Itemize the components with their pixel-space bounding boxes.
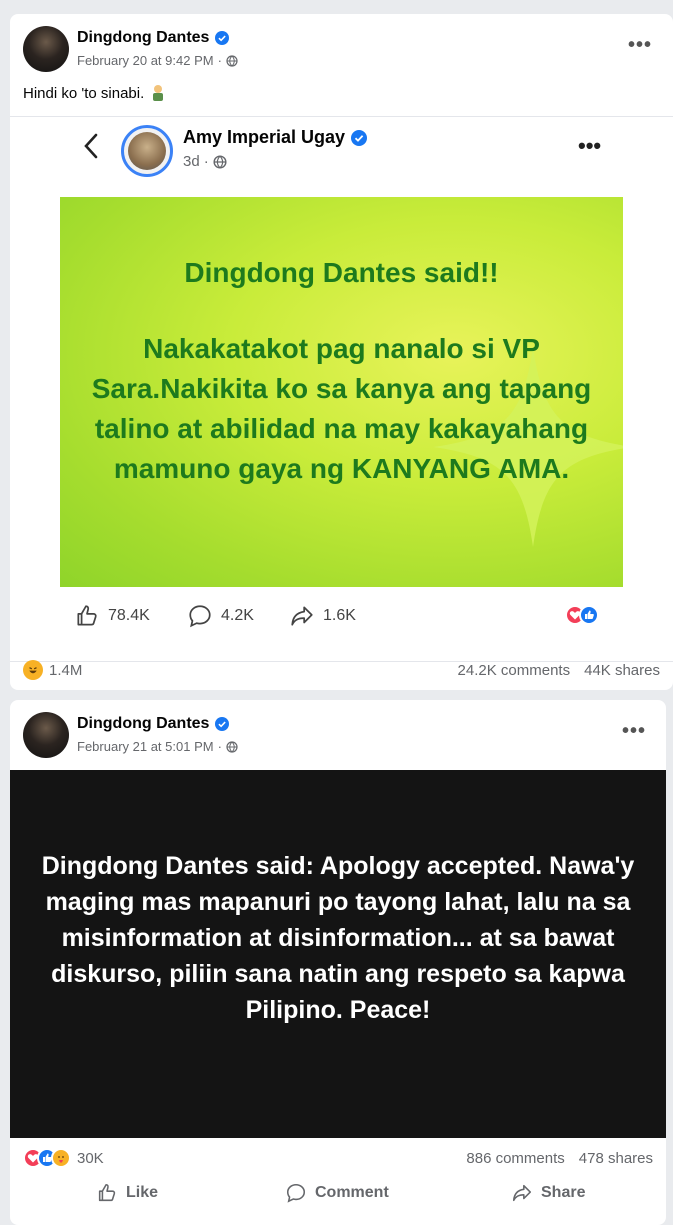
meta-separator: · — [217, 53, 222, 68]
quote-title: Dingdong Dantes said!! — [184, 257, 499, 288]
shares-count[interactable]: 44K shares — [584, 662, 660, 679]
globe-icon — [226, 54, 238, 67]
back-arrow-icon[interactable] — [80, 131, 104, 161]
share-label: Share — [541, 1184, 586, 1201]
engagement-counts: 886 comments 478 shares — [466, 1150, 653, 1167]
action-bar: Like Comment Share — [10, 1178, 666, 1218]
post-author[interactable]: Dingdong Dantes — [77, 29, 230, 47]
comment-stat[interactable]: 4.2K — [187, 603, 254, 629]
quote-image[interactable]: Dingdong Dantes said!! Nakakatakot pag n… — [60, 197, 623, 587]
like-button[interactable]: Like — [96, 1182, 158, 1204]
post-caption: Hindi ko 'to sinabi. — [23, 84, 166, 102]
author-name[interactable]: Dingdong Dantes — [77, 715, 209, 733]
thumbs-up-icon — [98, 1183, 116, 1202]
person-shrugging-emoji-icon — [153, 85, 164, 101]
post-author[interactable]: Dingdong Dantes — [77, 715, 230, 733]
haha-reaction-icon — [23, 660, 43, 680]
share-count: 1.6K — [323, 607, 356, 624]
meta-separator: · — [217, 739, 222, 754]
shared-meta: 3d · — [183, 153, 227, 170]
comments-count[interactable]: 886 comments — [466, 1150, 564, 1167]
author-name[interactable]: Dingdong Dantes — [77, 29, 209, 47]
reaction-summary[interactable]: 1.4M — [23, 660, 82, 680]
care-reaction-icon — [51, 1148, 71, 1168]
shared-stats-bar: 78.4K 4.2K 1.6K — [10, 603, 673, 633]
comment-button[interactable]: Comment — [285, 1182, 389, 1204]
comment-bubble-icon — [286, 1183, 306, 1203]
more-options-icon[interactable]: ••• — [622, 720, 646, 743]
reaction-icons[interactable] — [565, 605, 599, 625]
share-arrow-icon — [512, 1184, 532, 1202]
comments-count[interactable]: 24.2K comments — [458, 662, 571, 679]
comment-bubble-icon — [189, 605, 211, 628]
post-meta: February 20 at 9:42 PM · — [77, 53, 238, 68]
statement-text: Dingdong Dantes said: Apology accepted. … — [41, 852, 635, 1024]
verified-badge-icon — [351, 129, 368, 146]
comment-count: 4.2K — [221, 607, 254, 624]
more-options-icon[interactable]: ••• — [628, 34, 652, 57]
post-footer: 1.4M 24.2K comments 44K shares — [10, 654, 673, 690]
like-count: 78.4K — [108, 607, 150, 624]
post-card: Dingdong Dantes February 20 at 9:42 PM ·… — [10, 14, 673, 690]
like-reaction-icon — [579, 605, 599, 625]
shared-screenshot: Amy Imperial Ugay 3d · ••• Dingdong Dant… — [10, 116, 673, 662]
verified-badge-icon — [215, 717, 230, 731]
post-card: Dingdong Dantes February 21 at 5:01 PM ·… — [10, 700, 666, 1225]
more-options-icon[interactable]: ••• — [578, 133, 601, 159]
post-meta: February 21 at 5:01 PM · — [77, 739, 238, 754]
shared-separator: · — [203, 153, 209, 170]
caption-text: Hindi ko 'to sinabi. — [23, 84, 145, 102]
engagement-counts: 24.2K comments 44K shares — [458, 662, 660, 679]
reaction-count: 1.4M — [49, 661, 83, 679]
like-label: Like — [126, 1184, 159, 1201]
share-stat[interactable]: 1.6K — [289, 603, 356, 629]
avatar[interactable] — [23, 26, 69, 72]
globe-icon — [213, 154, 227, 169]
verified-badge-icon — [215, 31, 230, 45]
thumbs-up-icon — [77, 605, 97, 626]
quote-body: Nakakatakot pag nanalo si VP Sara.Nakiki… — [91, 333, 592, 484]
globe-icon — [226, 740, 238, 753]
shares-count[interactable]: 478 shares — [579, 1150, 653, 1167]
post-footer: 30K 886 comments 478 shares — [10, 1146, 666, 1174]
avatar[interactable] — [23, 712, 69, 758]
statement-image[interactable]: Dingdong Dantes said: Apology accepted. … — [10, 770, 666, 1138]
reaction-summary[interactable]: 30K — [23, 1148, 104, 1168]
shared-author-name[interactable]: Amy Imperial Ugay — [183, 127, 345, 148]
timestamp[interactable]: February 21 at 5:01 PM — [77, 739, 214, 754]
comment-label: Comment — [315, 1184, 389, 1201]
shared-time: 3d — [183, 153, 200, 170]
shared-avatar[interactable] — [121, 125, 173, 177]
shared-author[interactable]: Amy Imperial Ugay — [183, 127, 368, 148]
timestamp[interactable]: February 20 at 9:42 PM — [77, 53, 214, 68]
share-arrow-icon — [291, 606, 313, 626]
reaction-count: 30K — [77, 1149, 104, 1167]
share-button[interactable]: Share — [511, 1182, 585, 1204]
like-stat[interactable]: 78.4K — [74, 603, 150, 629]
